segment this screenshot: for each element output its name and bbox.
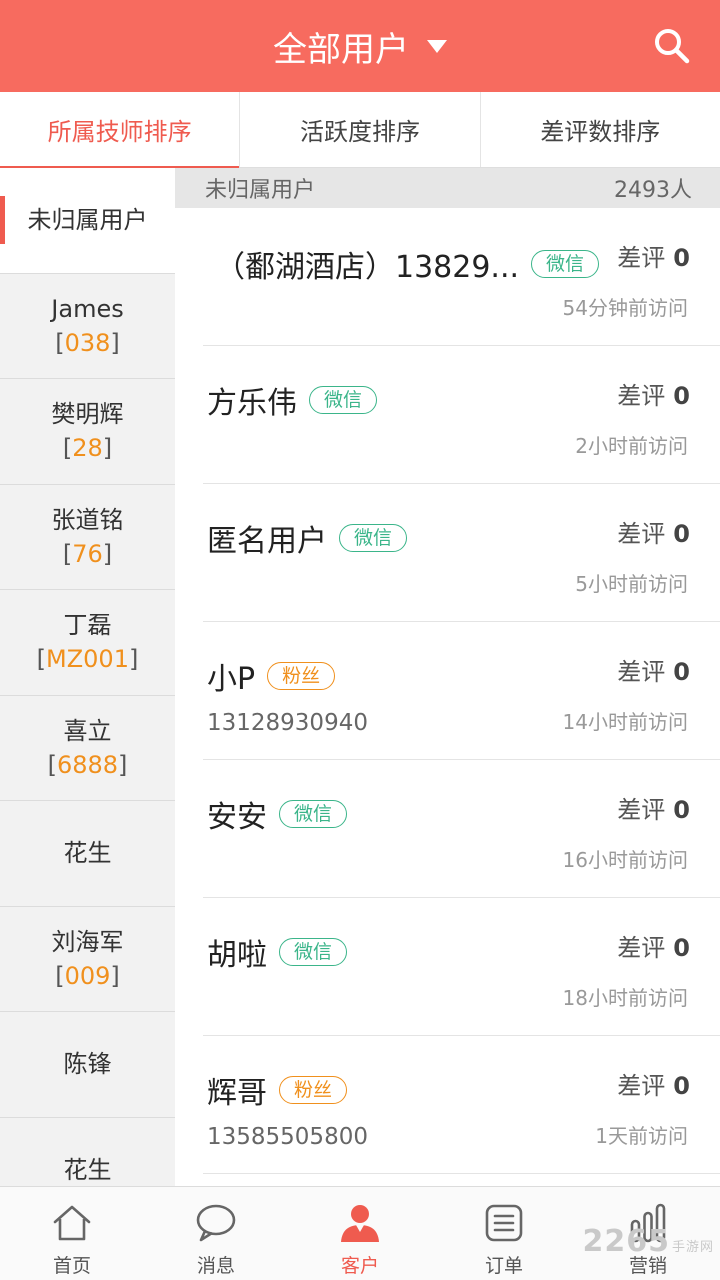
sidebar-item-label: 花生	[63, 1155, 112, 1184]
last-visit-time: 14小时前访问	[562, 710, 688, 734]
message-icon	[196, 1204, 236, 1242]
user-list: 未归属用户 2493人 （鄱湖酒店）13829... 微信 差评 0 54分钟前访…	[175, 168, 720, 1186]
bad-review-count: 差评 0	[617, 244, 690, 272]
nav-customers[interactable]: 客户	[288, 1187, 432, 1280]
user-name-wrap: 方乐伟 微信	[207, 378, 378, 422]
group-count: 2493人	[614, 178, 692, 203]
tab-bad-review-sort[interactable]: 差评数排序	[481, 92, 720, 167]
list-item[interactable]: 胡啦 微信 差评 0 18小时前访问	[203, 898, 720, 1036]
tab-activity-sort[interactable]: 活跃度排序	[240, 92, 481, 167]
sidebar-item-hua-sheng[interactable]: 花生	[0, 801, 175, 907]
home-icon	[53, 1205, 91, 1241]
last-visit-time: 2小时前访问	[575, 434, 688, 458]
sidebar-item-chen-feng[interactable]: 陈锋	[0, 1012, 175, 1118]
last-visit-time: 1天前访问	[595, 1124, 688, 1148]
sidebar-item-code: [28]	[62, 434, 113, 463]
user-name-wrap: 安安 微信	[207, 792, 348, 836]
sidebar-item-zhang-daoming[interactable]: 张道铭 [76]	[0, 485, 175, 590]
user-name: 小P	[207, 662, 256, 697]
user-name: （鄱湖酒店）13829...	[215, 250, 520, 285]
customer-icon	[341, 1205, 379, 1242]
sidebar-item-label: 陈锋	[63, 1050, 112, 1079]
group-title: 未归属用户	[205, 178, 316, 203]
user-name: 方乐伟	[207, 386, 297, 421]
user-name: 辉哥	[207, 1076, 267, 1111]
sidebar-item-code: [MZ001]	[36, 645, 139, 674]
sidebar-item-unassigned[interactable]: 未归属用户	[0, 168, 175, 274]
sidebar-item-fan-minghui[interactable]: 樊明辉 [28]	[0, 379, 175, 485]
sidebar-item-code: [038]	[55, 328, 120, 357]
source-tag: 微信	[309, 386, 378, 414]
list-item[interactable]: （鄱湖酒店）13829... 微信 差评 0 54分钟前访问	[203, 208, 720, 346]
user-name: 安安	[207, 800, 267, 835]
sidebar-item-label: 丁磊	[63, 611, 112, 640]
sidebar-item-james[interactable]: James [038]	[0, 274, 175, 379]
source-tag: 微信	[531, 250, 600, 278]
user-filter-dropdown[interactable]: 全部用户	[0, 0, 720, 92]
bad-review-count: 差评 0	[617, 934, 690, 962]
sidebar-item-label: 花生	[63, 839, 112, 868]
list-item[interactable]: 安安 微信 差评 0 16小时前访问	[203, 760, 720, 898]
order-icon	[485, 1204, 523, 1242]
sidebar-item-label: 刘海军	[51, 927, 124, 956]
list-item[interactable]: 小P 粉丝 差评 0 13128930940 14小时前访问	[203, 622, 720, 760]
source-tag: 微信	[279, 800, 348, 828]
nav-orders[interactable]: 订单	[432, 1187, 576, 1280]
nav-home[interactable]: 首页	[0, 1187, 144, 1280]
header-title: 全部用户	[273, 29, 409, 70]
sidebar-item-code: [6888]	[47, 750, 128, 779]
sidebar-item-code: [76]	[62, 539, 113, 568]
list-item[interactable]: 方乐伟 微信 差评 0 2小时前访问	[203, 346, 720, 484]
sidebar-item-label: 喜立	[63, 716, 112, 745]
nav-label: 首页	[52, 1255, 91, 1277]
sidebar-item-hua-sheng-2[interactable]: 花生	[0, 1118, 175, 1187]
user-phone: 13128930940	[207, 710, 368, 736]
nav-label: 客户	[340, 1255, 379, 1277]
bad-review-count: 差评 0	[617, 520, 690, 548]
source-tag: 微信	[279, 938, 348, 966]
user-name-wrap: 辉哥 粉丝	[207, 1068, 348, 1112]
caret-down-icon	[427, 39, 447, 53]
sidebar-item-ding-lei[interactable]: 丁磊 [MZ001]	[0, 590, 175, 696]
user-name-wrap: 匿名用户 微信	[207, 516, 408, 560]
last-visit-time: 18小时前访问	[562, 986, 688, 1010]
user-name-wrap: 胡啦 微信	[207, 930, 348, 974]
nav-messages[interactable]: 消息	[144, 1187, 288, 1280]
sidebar-item-liu-haijun[interactable]: 刘海军 [009]	[0, 907, 175, 1012]
technician-sidebar: 未归属用户 James [038] 樊明辉 [28] 张道铭 [76] 丁磊 […	[0, 168, 175, 1186]
sidebar-item-label: 张道铭	[51, 505, 124, 534]
nav-label: 消息	[196, 1255, 235, 1277]
tab-technician-sort[interactable]: 所属技师排序	[0, 92, 241, 168]
sidebar-item-xi-li[interactable]: 喜立 [6888]	[0, 696, 175, 801]
user-name-wrap: （鄱湖酒店）13829... 微信	[215, 242, 600, 286]
bad-review-count: 差评 0	[617, 658, 690, 686]
group-header: 未归属用户 2493人	[175, 168, 720, 208]
top-bar: 全部用户	[0, 0, 720, 92]
source-tag: 微信	[339, 524, 408, 552]
search-icon	[655, 29, 690, 64]
search-button[interactable]	[652, 26, 692, 66]
last-visit-time: 5小时前访问	[575, 572, 688, 596]
sort-tabs: 所属技师排序 活跃度排序 差评数排序	[0, 92, 720, 168]
user-name: 匿名用户	[207, 524, 327, 559]
bad-review-count: 差评 0	[617, 382, 690, 410]
user-name: 胡啦	[207, 938, 267, 973]
user-name-wrap: 小P 粉丝	[207, 654, 336, 698]
sidebar-item-label: James	[51, 294, 124, 323]
bad-review-count: 差评 0	[617, 796, 690, 824]
sidebar-item-label: 未归属用户	[27, 206, 148, 235]
user-phone: 13585505800	[207, 1124, 368, 1150]
source-tag: 粉丝	[267, 662, 336, 690]
bad-review-count: 差评 0	[617, 1072, 690, 1100]
last-visit-time: 54分钟前访问	[562, 296, 688, 320]
list-item[interactable]: 辉哥 粉丝 差评 0 13585505800 1天前访问	[203, 1036, 720, 1174]
site-watermark: 2265 手游网	[582, 1224, 714, 1259]
sidebar-item-label: 樊明辉	[51, 400, 124, 429]
list-item[interactable]: 匿名用户 微信 差评 0 5小时前访问	[203, 484, 720, 622]
source-tag: 粉丝	[279, 1076, 348, 1104]
sidebar-item-code: [009]	[55, 961, 120, 990]
last-visit-time: 16小时前访问	[562, 848, 688, 872]
nav-label: 订单	[484, 1255, 523, 1277]
